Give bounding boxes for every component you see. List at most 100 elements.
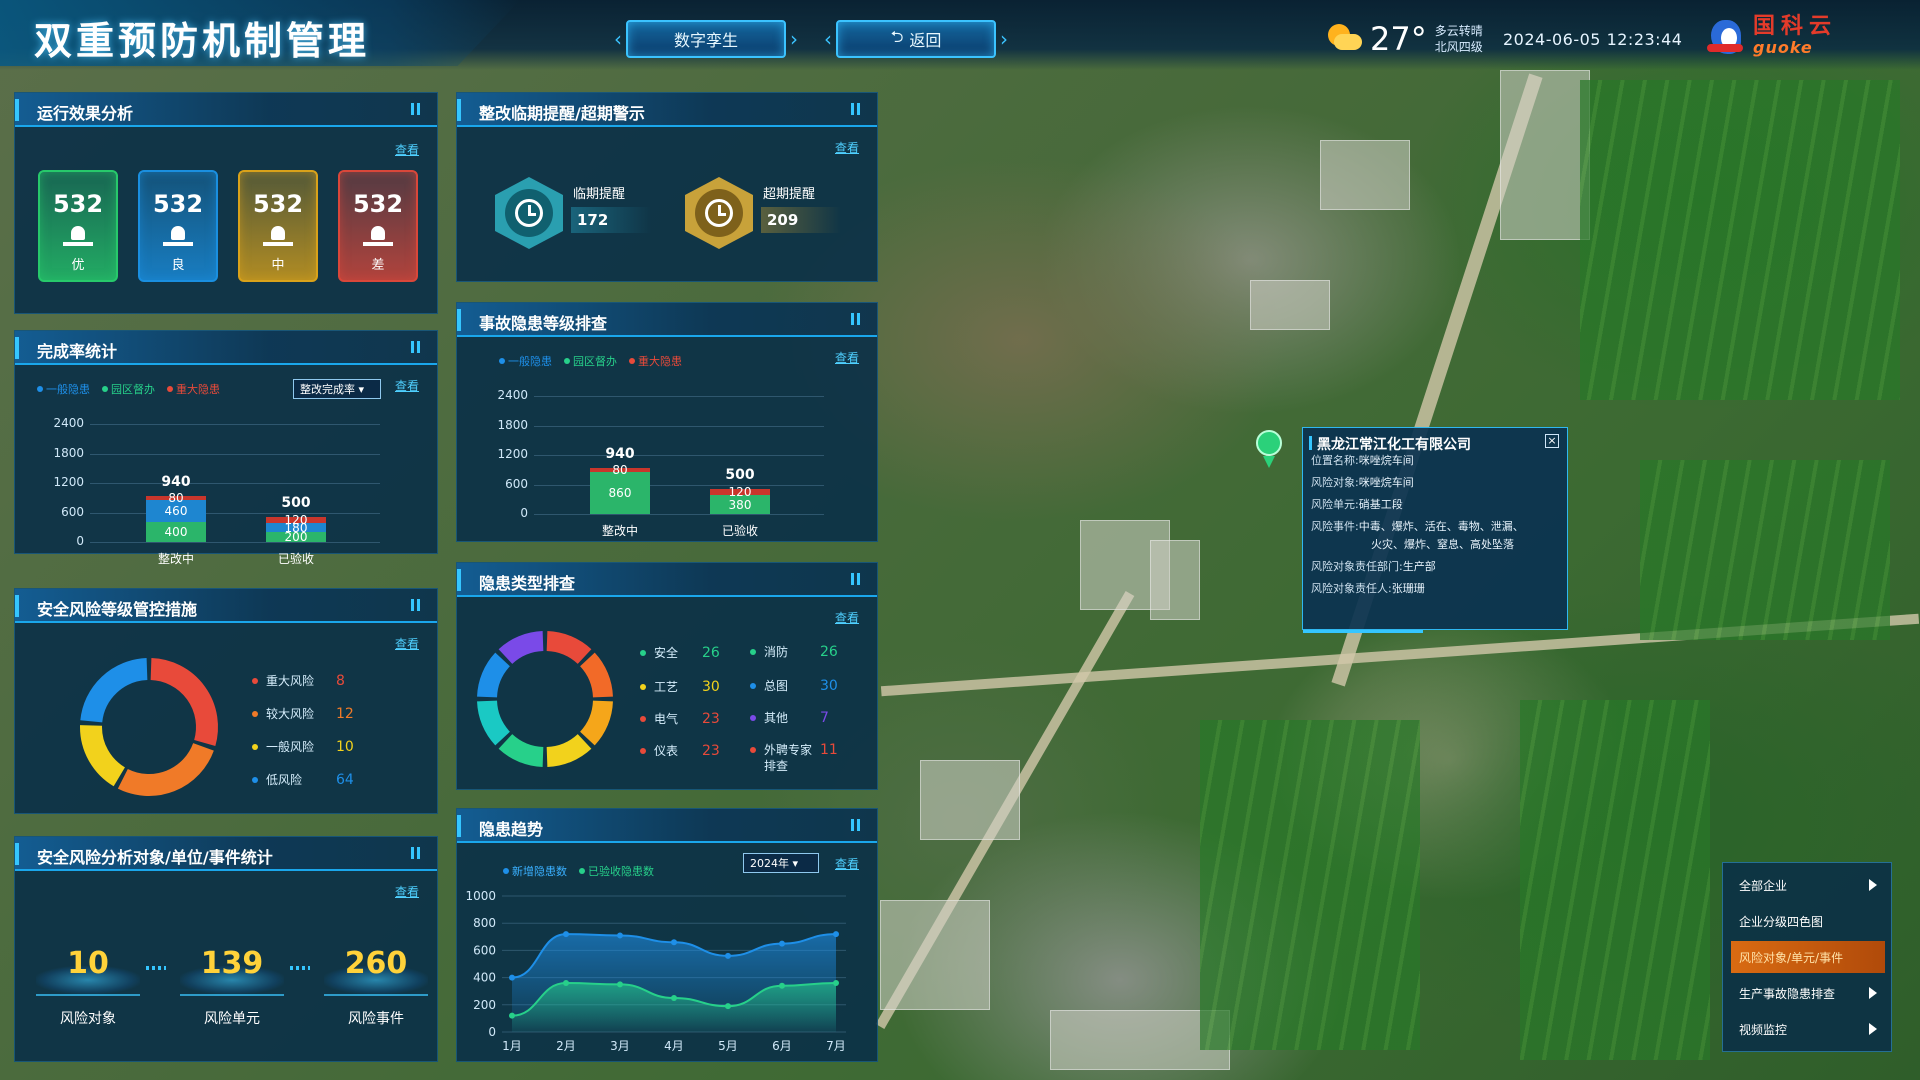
panel-bars-icon — [411, 341, 423, 353]
map-menu-item[interactable]: 生产事故隐患排查 — [1731, 977, 1885, 1009]
view-link[interactable]: 查看 — [835, 609, 859, 626]
popup-info-value: 咪唑烷车间 — [1358, 476, 1414, 489]
year-select[interactable]: 2024年 ▾ — [743, 853, 819, 873]
gridline — [534, 514, 824, 515]
rating-label: 优 — [71, 258, 85, 273]
hazard-type-name: 仪表 — [654, 744, 679, 758]
x-tick-label: 1月 — [502, 1039, 522, 1053]
panel-bars-icon — [851, 819, 863, 831]
legend-dot — [640, 683, 646, 690]
view-link[interactable]: 查看 — [395, 377, 419, 394]
x-tick-label: 2月 — [556, 1039, 576, 1053]
legend-dot — [750, 649, 756, 655]
data-point — [509, 974, 515, 981]
popup-info-row: 风险事件:中毒、爆炸、活在、毒物、泄漏、 — [1311, 518, 1524, 534]
popup-bottom-accent — [1303, 630, 1423, 633]
weather-wind: 北风四级 — [1434, 40, 1483, 54]
alarm-icon — [271, 226, 285, 240]
map-menu-item[interactable]: 视频监控 — [1731, 1013, 1885, 1045]
hazard-legend-row: 外聘专家排查 11 — [750, 742, 838, 774]
map-menu-label: 风险对象/单元/事件 — [1739, 950, 1844, 965]
x-tick-label: 7月 — [826, 1039, 846, 1053]
view-link[interactable]: 查看 — [835, 139, 859, 156]
legend-item: 一般隐患 — [37, 381, 90, 397]
close-icon[interactable]: × — [1545, 434, 1559, 448]
view-link[interactable]: 查看 — [395, 141, 419, 158]
rating-card[interactable]: 532 优 — [38, 170, 118, 282]
map-menu-item[interactable]: 企业分级四色图 — [1731, 905, 1885, 937]
data-point — [779, 940, 785, 947]
chart-legend: 新增隐患数 已验收隐患数 — [503, 863, 654, 879]
legend-dot — [750, 747, 756, 753]
map-menu-label: 视频监控 — [1739, 1022, 1788, 1037]
map-menu-item[interactable]: 风险对象/单元/事件 — [1731, 941, 1885, 973]
alarm-base — [63, 242, 93, 246]
hazard-type-name: 电气 — [654, 712, 679, 726]
map-menu-item[interactable]: 全部企业 — [1731, 869, 1885, 901]
bar-segment: 80 — [590, 463, 650, 477]
bar-segment: 860 — [590, 471, 650, 514]
donut-slice — [546, 631, 592, 665]
rating-card[interactable]: 532 中 — [238, 170, 318, 282]
hazard-type-name: 其他 — [764, 711, 789, 725]
weather-text: 多云转晴 北风四级 — [1435, 23, 1483, 55]
risk-stat-label: 风险事件 — [348, 1011, 404, 1027]
data-point — [833, 980, 839, 987]
y-tick-label: 600 — [473, 943, 496, 957]
popup-info-value: 张珊珊 — [1391, 582, 1425, 595]
popup-title: 黑龙江常江化工有限公司 — [1317, 437, 1471, 453]
datetime: 2024-06-05 12:23:44 — [1503, 30, 1683, 49]
y-tick-label: 0 — [488, 1025, 496, 1039]
panel-header: 隐患趋势 — [457, 809, 877, 843]
view-link[interactable]: 查看 — [395, 635, 419, 652]
map-building — [880, 900, 990, 1010]
legend-dot — [750, 683, 756, 689]
rating-label: 差 — [371, 258, 385, 273]
rating-card[interactable]: 532 差 — [338, 170, 418, 282]
legend-dot — [640, 747, 646, 754]
completion-rate-select[interactable]: 整改完成率 ▾ — [293, 379, 381, 399]
chart-legend: 一般隐患 园区督办 重大隐患 — [37, 381, 220, 397]
donut-slice — [80, 725, 126, 787]
gridline — [534, 425, 824, 427]
rating-value: 532 — [52, 190, 104, 218]
map-building — [1150, 540, 1200, 620]
caret-right-icon — [1869, 987, 1877, 999]
risk-level-value: 64 — [336, 771, 354, 788]
rating-card[interactable]: 532 良 — [138, 170, 218, 282]
panel-header: 整改临期提醒/超期警示 — [457, 93, 877, 127]
gridline — [90, 542, 380, 543]
deadline-panel: 整改临期提醒/超期警示 查看 临期提醒 172 超期提醒 209 — [456, 92, 878, 282]
data-point — [671, 939, 677, 946]
connector-dots — [290, 966, 310, 970]
y-tick-label: 200 — [473, 998, 496, 1012]
map-building — [1250, 280, 1330, 330]
caret-down-icon: ▾ — [792, 857, 799, 870]
digital-twin-button[interactable]: ‹ 数字孪生 › — [614, 20, 798, 58]
caret-down-icon: ▾ — [358, 383, 365, 396]
view-link[interactable]: 查看 — [395, 883, 419, 900]
risk-legend-row: 低风险 64 — [252, 771, 354, 788]
x-tick-label: 3月 — [610, 1039, 630, 1053]
map-menu-label: 企业分级四色图 — [1739, 914, 1824, 929]
logo: 国科云 guoke — [1707, 14, 1837, 58]
hazard-legend-row: 仪表 23 — [640, 742, 720, 759]
view-link[interactable]: 查看 — [835, 855, 859, 872]
alarm-icon — [171, 226, 185, 240]
rating-label: 良 — [171, 258, 185, 273]
x-tick-label: 4月 — [664, 1039, 684, 1053]
data-point — [617, 932, 623, 939]
hazard-type-value: 30 — [820, 678, 838, 694]
popup-info-value: 中毒、爆炸、活在、毒物、泄漏、 — [1358, 520, 1524, 533]
view-link[interactable]: 查看 — [835, 349, 859, 366]
panel-title: 整改临期提醒/超期警示 — [479, 104, 645, 123]
rating-value: 532 — [352, 190, 404, 218]
weather-condition: 多云转晴 — [1434, 24, 1483, 38]
x-category-label: 已验收 — [721, 524, 758, 538]
popup-info-key: 风险事件: — [1311, 520, 1359, 533]
hazard-type-name: 总图 — [764, 679, 789, 693]
map-pin-icon[interactable] — [1256, 430, 1284, 470]
back-button[interactable]: ‹ ⮌ 返回 › — [824, 20, 1008, 58]
hazard-legend-row: 其他 7 — [750, 710, 829, 726]
legend-dot — [252, 677, 258, 684]
